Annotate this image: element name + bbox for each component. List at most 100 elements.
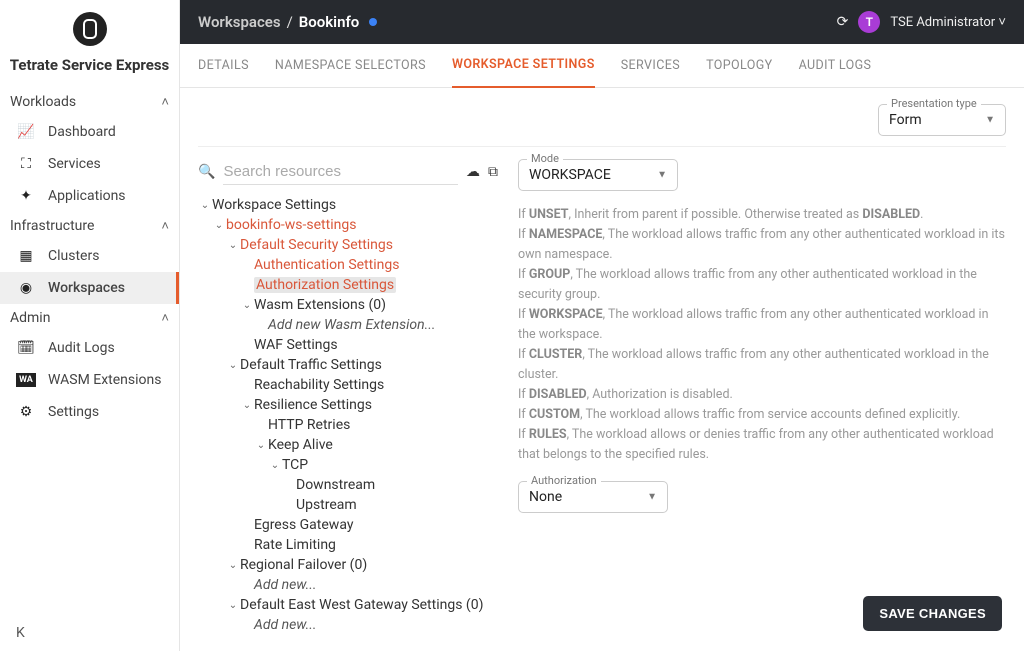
tree-label: Authorization Settings xyxy=(254,277,396,293)
user-area: ⟳ T TSE Administrator ˅ xyxy=(837,11,1006,33)
tree-node-default-ew-gateway[interactable]: ⌄Default East West Gateway Settings (0) xyxy=(198,595,498,615)
sidebar-item-clusters[interactable]: ▦ Clusters xyxy=(0,240,179,272)
chevron-down-icon: ▼ xyxy=(985,115,995,126)
chevron-down-icon[interactable]: ⌄ xyxy=(240,300,254,311)
chevron-down-icon[interactable]: ⌄ xyxy=(226,240,240,251)
tree-node-upstream[interactable]: Upstream xyxy=(198,495,498,515)
applications-icon: ✦ xyxy=(16,188,36,204)
breadcrumb-sep: / xyxy=(287,13,293,31)
upload-icon[interactable]: ☁ xyxy=(466,164,480,180)
avatar[interactable]: T xyxy=(858,11,880,33)
tree-node-rate-limiting[interactable]: Rate Limiting xyxy=(198,535,498,555)
search-input[interactable] xyxy=(223,159,458,185)
tree-label: Rate Limiting xyxy=(254,537,336,553)
tree-node-default-traffic-settings[interactable]: ⌄Default Traffic Settings xyxy=(198,355,498,375)
tab-namespace-selectors[interactable]: NAMESPACE SELECTORS xyxy=(275,44,426,87)
chevron-down-icon[interactable]: ⌄ xyxy=(198,200,212,211)
save-changes-button[interactable]: SAVE CHANGES xyxy=(863,596,1002,631)
tree-label: Workspace Settings xyxy=(212,197,336,213)
wasm-icon: WA xyxy=(16,373,36,387)
sidebar-item-audit-logs[interactable]: 🗓 Audit Logs xyxy=(0,332,179,364)
breadcrumb: Workspaces / Bookinfo xyxy=(198,13,377,31)
field-value: WORKSPACE xyxy=(529,167,611,183)
logo xyxy=(0,0,179,56)
presentation-type-select[interactable]: Presentation type Form ▼ xyxy=(878,104,1006,136)
tree-node-authorization-settings[interactable]: Authorization Settings xyxy=(198,275,498,295)
content: Presentation type Form ▼ 🔍 ☁ ⧉ ⌄Workspac… xyxy=(180,88,1024,651)
tree-node-waf-settings[interactable]: WAF Settings xyxy=(198,335,498,355)
tree-node-resilience-settings[interactable]: ⌄Resilience Settings xyxy=(198,395,498,415)
sidebar-item-label: Clusters xyxy=(48,248,99,264)
copy-icon[interactable]: ⧉ xyxy=(488,164,498,180)
tree-node-workspace-settings[interactable]: ⌄Workspace Settings xyxy=(198,195,498,215)
services-icon: ⛶ xyxy=(16,156,36,172)
gear-icon: ⚙ xyxy=(16,404,36,420)
tree-action-add-wasm[interactable]: Add new Wasm Extension... xyxy=(198,315,498,335)
sidebar-item-label: Applications xyxy=(48,188,126,204)
tree-node-authentication-settings[interactable]: Authentication Settings xyxy=(198,255,498,275)
tree-node-http-retries[interactable]: HTTP Retries xyxy=(198,415,498,435)
chevron-down-icon[interactable]: ⌄ xyxy=(268,460,282,471)
tree-node-default-security-settings[interactable]: ⌄Default Security Settings xyxy=(198,235,498,255)
tab-topology[interactable]: TOPOLOGY xyxy=(706,44,773,87)
tree-action-add-new[interactable]: Add new... xyxy=(198,615,498,635)
chevron-down-icon: ▼ xyxy=(647,492,657,503)
sidebar-item-applications[interactable]: ✦ Applications xyxy=(0,180,179,212)
topbar: Workspaces / Bookinfo ⟳ T TSE Administra… xyxy=(180,0,1024,44)
tree-node-reachability-settings[interactable]: Reachability Settings xyxy=(198,375,498,395)
status-dot-icon xyxy=(369,18,377,26)
search-icon: 🔍 xyxy=(198,164,215,180)
tab-audit-logs[interactable]: AUDIT LOGS xyxy=(799,44,872,87)
tree-label: Egress Gateway xyxy=(254,517,353,533)
tree-node-egress-gateway[interactable]: Egress Gateway xyxy=(198,515,498,535)
collapse-sidebar-button[interactable]: K xyxy=(16,625,25,641)
mode-select[interactable]: Mode WORKSPACE ▼ xyxy=(518,159,678,191)
tree-node-wasm-extensions[interactable]: ⌄Wasm Extensions (0) xyxy=(198,295,498,315)
tree-node-downstream[interactable]: Downstream xyxy=(198,475,498,495)
chevron-down-icon: ˅ xyxy=(998,15,1006,30)
calendar-icon: 🗓 xyxy=(16,340,36,356)
chevron-down-icon[interactable]: ⌄ xyxy=(254,440,268,451)
sync-icon[interactable]: ⟳ xyxy=(837,14,849,30)
tree-label: Default Security Settings xyxy=(240,237,393,253)
sidebar-item-workspaces[interactable]: ◉Workspaces xyxy=(0,272,179,304)
tab-workspace-settings[interactable]: WORKSPACE SETTINGS xyxy=(452,43,595,88)
field-label: Mode xyxy=(527,152,563,165)
sidebar-item-dashboard[interactable]: 📈Dashboard xyxy=(0,116,179,148)
clusters-icon: ▦ xyxy=(16,248,36,264)
sidebar-section-workloads[interactable]: Workloads ˄ xyxy=(0,88,179,116)
sidebar-section-infrastructure[interactable]: Infrastructure ˄ xyxy=(0,212,179,240)
chevron-down-icon[interactable]: ⌄ xyxy=(226,560,240,571)
user-name-label: TSE Administrator xyxy=(890,15,995,30)
chevron-up-icon: ˄ xyxy=(161,310,169,326)
breadcrumb-root[interactable]: Workspaces xyxy=(198,13,281,31)
tree-label: WAF Settings xyxy=(254,337,338,353)
tree-node-regional-failover[interactable]: ⌄Regional Failover (0) xyxy=(198,555,498,575)
sidebar: Tetrate Service Express Workloads ˄ 📈Das… xyxy=(0,0,180,651)
tree-node-keep-alive[interactable]: ⌄Keep Alive xyxy=(198,435,498,455)
sidebar-section-admin[interactable]: Admin ˄ xyxy=(0,304,179,332)
tree-label: Reachability Settings xyxy=(254,377,384,393)
user-menu[interactable]: TSE Administrator ˅ xyxy=(890,14,1006,30)
sidebar-item-settings[interactable]: ⚙Settings xyxy=(0,396,179,428)
chevron-down-icon[interactable]: ⌄ xyxy=(226,600,240,611)
chevron-down-icon[interactable]: ⌄ xyxy=(226,360,240,371)
tab-services[interactable]: SERVICES xyxy=(621,44,680,87)
sidebar-item-label: WASM Extensions xyxy=(48,372,161,388)
brand-name: Tetrate Service Express xyxy=(0,56,179,88)
sidebar-item-label: Audit Logs xyxy=(48,340,115,356)
chevron-down-icon[interactable]: ⌄ xyxy=(240,400,254,411)
sidebar-item-services[interactable]: ⛶Services xyxy=(0,148,179,180)
chevron-down-icon: ▼ xyxy=(657,170,667,181)
tree-label: Upstream xyxy=(296,497,357,513)
authorization-select[interactable]: Authorization None ▼ xyxy=(518,481,668,513)
tree-node-bookinfo-ws-settings[interactable]: ⌄bookinfo-ws-settings xyxy=(198,215,498,235)
field-value: None xyxy=(529,489,562,505)
tree-label: Resilience Settings xyxy=(254,397,372,413)
tree-action-add-new[interactable]: Add new... xyxy=(198,575,498,595)
chevron-down-icon[interactable]: ⌄ xyxy=(212,220,226,231)
tab-details[interactable]: DETAILS xyxy=(198,44,249,87)
tree-node-tcp[interactable]: ⌄TCP xyxy=(198,455,498,475)
sidebar-item-wasm-extensions[interactable]: WA WASM Extensions xyxy=(0,364,179,396)
tree-label: Authentication Settings xyxy=(254,257,399,273)
